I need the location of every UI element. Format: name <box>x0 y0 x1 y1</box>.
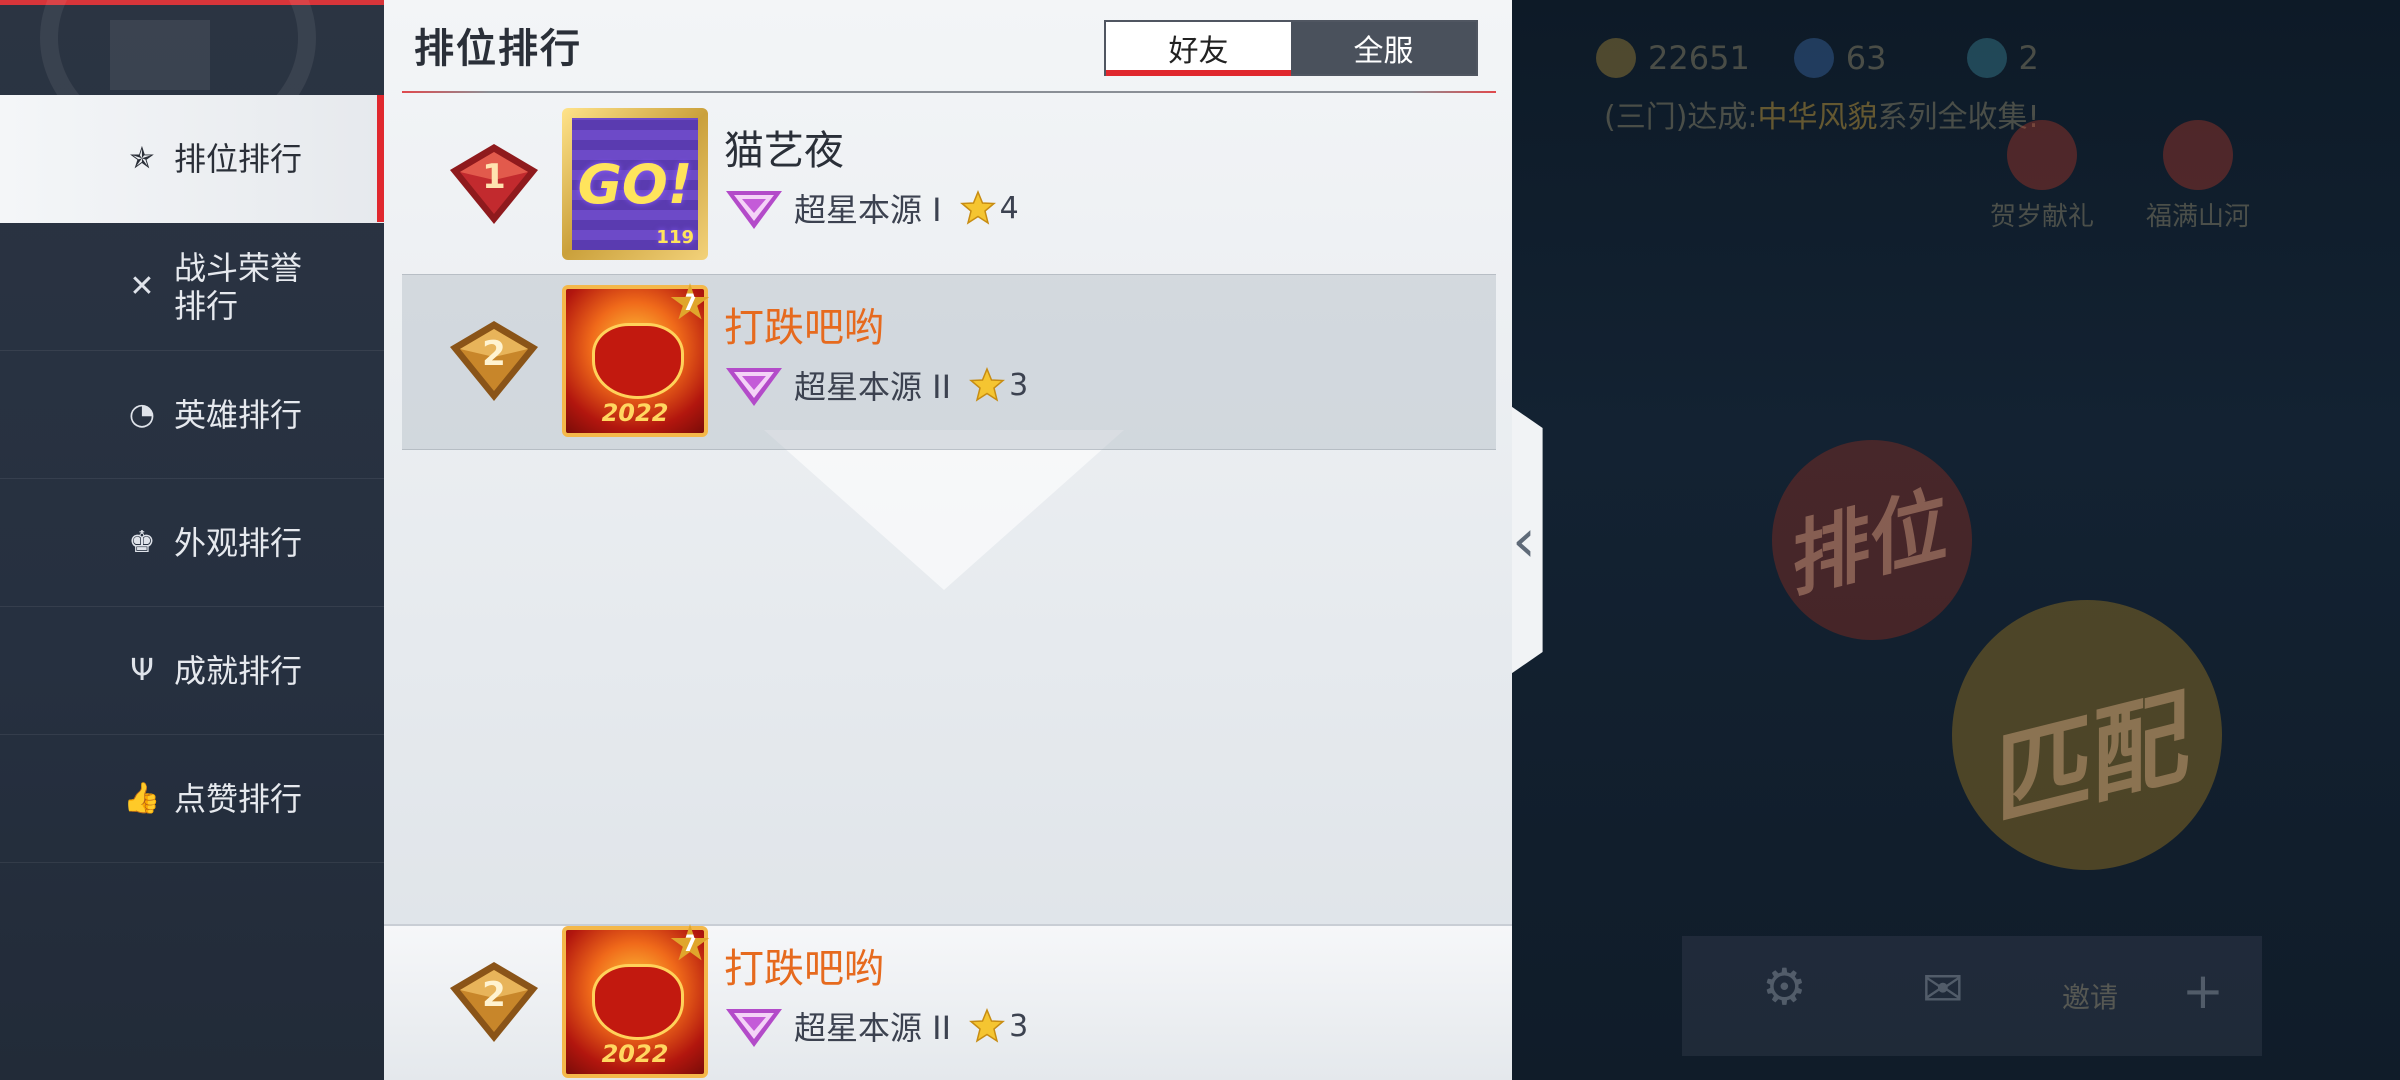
trophy-icon: Ψ <box>130 653 154 688</box>
ranking-panel: 排位排行 好友 全服 1 GO! 119 猫艺夜 超星本源 I 4 2 2022… <box>384 0 1512 1080</box>
page-title: 排位排行 <box>414 26 582 72</box>
tier-emblem-icon <box>726 368 782 406</box>
rank-badge-icon: 1 <box>450 144 538 224</box>
background-decoration <box>764 430 1124 590</box>
player-avatar[interactable]: GO! 119 <box>562 108 708 260</box>
sidebar-item-label: 成就排行 <box>174 651 303 690</box>
invite-label[interactable]: 邀请 <box>2062 976 2118 1016</box>
tier-emblem-icon <box>726 191 782 229</box>
gem-amount: 63 <box>1845 39 1887 77</box>
chevron-left-icon: ‹ <box>1512 506 1536 576</box>
broadcast-notice: (三门)达成:中华风貌系列全收集! <box>1604 92 2040 136</box>
avatar-star-badge: 7 <box>670 924 710 961</box>
player-name: 打跌吧哟 <box>724 305 884 351</box>
star-icon <box>959 190 996 225</box>
tier-name: 超星本源 II <box>794 368 952 406</box>
star-count: 4 <box>999 190 1019 226</box>
crown-star-icon: ✯ <box>129 141 155 176</box>
go-pixel-avatar-icon: GO! 119 <box>572 118 698 250</box>
rank-number: 1 <box>482 157 506 197</box>
sidebar-item-label: 排位排行 <box>174 139 303 178</box>
avatar-year: 2022 <box>601 399 669 427</box>
tier-info: 超星本源 I 4 <box>724 184 1019 232</box>
thumbs-up-icon: 👍 <box>123 781 161 816</box>
avatar-text: GO! <box>577 152 693 216</box>
ticket-amount: 2 <box>2018 39 2039 77</box>
my-avatar[interactable]: 2022 7 <box>562 924 710 1078</box>
tier-name: 超星本源 II <box>794 1009 952 1047</box>
coin-amount: 22651 <box>1648 39 1750 77</box>
star-count: 3 <box>1009 1008 1029 1044</box>
crossed-swords-icon: ✕ <box>129 269 155 304</box>
plus-icon[interactable]: + <box>2182 962 2224 1020</box>
rank-number: 2 <box>482 975 506 1015</box>
tab-all-server[interactable]: 全服 <box>1291 22 1476 74</box>
rank-badge-icon: 2 <box>450 321 538 401</box>
coin-icon <box>1596 38 1636 78</box>
scope-tabs: 好友 全服 <box>1104 20 1478 76</box>
notice-highlight: 中华风貌 <box>1757 100 1878 135</box>
leaderboard-row[interactable]: 1 GO! 119 猫艺夜 超星本源 I 4 <box>402 98 1496 274</box>
my-rank-row: 2 2022 7 打跌吧哟 超星本源 II 3 <box>402 916 1496 1080</box>
currency-bar: 22651 63 2 <box>1596 38 2039 78</box>
star-icon <box>969 1008 1006 1043</box>
sidebar-item-likes[interactable]: 👍 点赞排行 <box>0 735 384 863</box>
star-count: 3 <box>1009 367 1029 403</box>
player-name: 猫艺夜 <box>724 128 844 174</box>
lion-head-icon <box>2007 120 2077 190</box>
sidebar-item-battle-honor[interactable]: ✕ 战斗荣誉排行 <box>0 223 384 351</box>
tier-name: 超星本源 I <box>794 191 942 229</box>
sidebar-item-appearance[interactable]: ♚ 外观排行 <box>0 479 384 607</box>
player-avatar[interactable]: 2022 7 <box>562 283 710 437</box>
sidebar-item-label: 外观排行 <box>174 523 303 562</box>
sidebar-item-label: 战斗荣誉排行 <box>174 248 303 325</box>
rank-number: 2 <box>482 334 506 374</box>
event-festival-gift[interactable]: 贺岁献礼 <box>1982 120 2102 233</box>
event-blessing[interactable]: 福满山河 <box>2138 120 2258 233</box>
tab-friends[interactable]: 好友 <box>1106 22 1291 76</box>
shirt-icon: ♚ <box>128 525 156 560</box>
lobby-bottom-bar: ⚙ ✉ 邀请 + <box>1682 936 2262 1056</box>
lobby-background: ‹ 22651 63 2 (三门)达成:中华风貌系列全收集! 贺岁献礼 福满山河… <box>1512 0 2400 1080</box>
gem-plus-icon[interactable] <box>1793 38 1834 78</box>
avatar-star-badge: 7 <box>670 283 710 320</box>
star-icon <box>969 367 1006 402</box>
gear-icon[interactable]: ⚙ <box>1762 958 1807 1016</box>
event-label: 福满山河 <box>2145 202 2250 232</box>
sidebar-item-rank[interactable]: ✯ 排位排行 <box>0 95 384 223</box>
avatar-level: 119 <box>656 227 694 248</box>
leaderboard-row[interactable]: 2 2022 7 打跌吧哟 超星本源 II 3 <box>402 274 1496 450</box>
event-label: 贺岁献礼 <box>1989 202 2094 232</box>
player-name: 打跌吧哟 <box>724 946 884 992</box>
tier-emblem-icon <box>726 1009 782 1047</box>
lion-dance-avatar-icon <box>592 964 684 1040</box>
ticket-plus-icon[interactable] <box>1966 38 2007 78</box>
lion-head-icon <box>2163 120 2233 190</box>
podium-icon <box>110 20 210 90</box>
tier-info: 超星本源 II 3 <box>724 1002 1028 1050</box>
sidebar-item-hero[interactable]: ◔ 英雄排行 <box>0 351 384 479</box>
ranking-sidebar: ✯ 排位排行 ✕ 战斗荣誉排行 ◔ 英雄排行 ♚ 外观排行 Ψ 成就排行 👍 点… <box>0 0 384 1080</box>
sidebar-item-achievement[interactable]: Ψ 成就排行 <box>0 607 384 735</box>
rank-badge-icon: 2 <box>450 962 538 1042</box>
mail-icon[interactable]: ✉ <box>1922 960 1964 1018</box>
tier-info: 超星本源 II 3 <box>724 361 1028 409</box>
lion-dance-avatar-icon <box>592 323 684 399</box>
sidebar-item-label: 点赞排行 <box>174 779 303 818</box>
sidebar-item-label: 英雄排行 <box>174 395 303 434</box>
my-rank-bar[interactable]: 2 2022 7 打跌吧哟 超星本源 II 3 <box>384 924 1512 1080</box>
title-divider <box>402 91 1496 93</box>
hero-icon: ◔ <box>128 397 156 432</box>
notice-prefix: (三门)达成: <box>1604 100 1758 135</box>
avatar-year: 2022 <box>601 1040 669 1068</box>
